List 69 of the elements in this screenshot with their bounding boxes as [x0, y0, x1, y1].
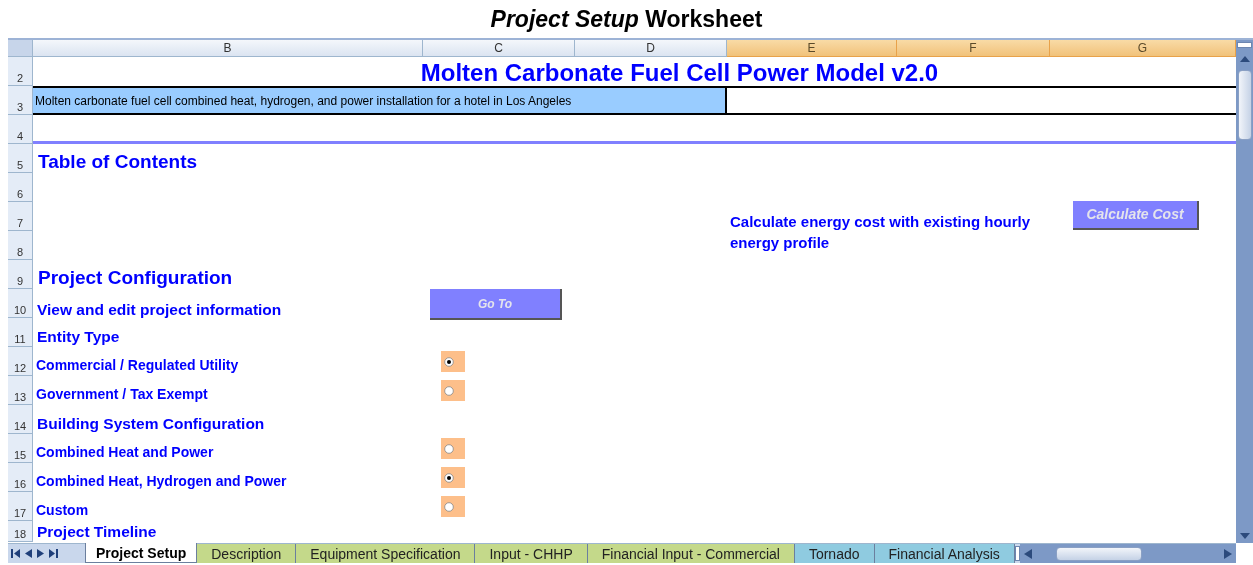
- label-text: Entity Type: [36, 328, 121, 347]
- column-header[interactable]: F: [897, 40, 1050, 57]
- radio-button[interactable]: [441, 467, 465, 488]
- description-cell: Molten carbonate fuel cell combined heat, hydrogen, and power installation for a hotel in Los Angeles: [33, 88, 727, 113]
- column-header[interactable]: D: [575, 40, 727, 57]
- row-number[interactable]: 15: [8, 434, 33, 463]
- banner-title: Molten Carbonate Fuel Cell Power Model v2.0: [419, 58, 940, 86]
- sheet-tab[interactable]: Tornado: [794, 544, 875, 563]
- sheet-tab[interactable]: Input - CHHP: [475, 544, 588, 563]
- scroll-right-icon[interactable]: [1224, 548, 1232, 559]
- radio-circle-icon[interactable]: [444, 472, 454, 483]
- column-header[interactable]: C: [423, 40, 575, 57]
- option-label: Combined Heat, Hydrogen and Power: [35, 474, 288, 491]
- radio-circle-icon[interactable]: [444, 501, 454, 512]
- scroll-left-icon[interactable]: [1023, 548, 1032, 559]
- scroll-down-icon[interactable]: [1239, 533, 1250, 539]
- sheet-tab[interactable]: Project Setup: [85, 543, 198, 563]
- option-label: Custom: [35, 503, 90, 520]
- row-number[interactable]: 16: [8, 463, 33, 492]
- label-text: View and edit project information: [36, 301, 283, 320]
- radio-circle-icon[interactable]: [444, 385, 454, 396]
- row-number[interactable]: 14: [8, 405, 33, 434]
- label-text: Building System Configuration: [36, 415, 266, 434]
- row-number[interactable]: 10: [8, 289, 33, 318]
- label-text: Project Timeline: [36, 523, 158, 542]
- row-number[interactable]: 3: [8, 86, 33, 115]
- tab-split-handle[interactable]: [1014, 546, 1020, 561]
- row-number[interactable]: 18: [8, 521, 33, 542]
- sheet-tab[interactable]: Equipment Specification: [296, 544, 476, 563]
- scroll-thumb[interactable]: [1237, 70, 1252, 140]
- option-label: Commercial / Regulated Utility: [35, 358, 240, 375]
- row-number[interactable]: 4: [8, 115, 33, 144]
- row-number[interactable]: 6: [8, 173, 33, 202]
- column-header[interactable]: G: [1050, 40, 1236, 57]
- option-label: Government / Tax Exempt: [35, 387, 209, 404]
- next-sheet-icon[interactable]: [37, 549, 44, 558]
- row-number[interactable]: 13: [8, 376, 33, 405]
- radio-button[interactable]: [441, 380, 465, 401]
- split-handle[interactable]: [1237, 42, 1252, 48]
- sheet-tab[interactable]: Financial Input - Commercial: [587, 544, 795, 563]
- row-number[interactable]: 7: [8, 202, 33, 231]
- row-number[interactable]: 5: [8, 144, 33, 173]
- radio-circle-icon[interactable]: [444, 443, 454, 454]
- column-header[interactable]: E: [727, 40, 897, 57]
- previous-sheet-icon[interactable]: [25, 549, 32, 558]
- scroll-up-icon[interactable]: [1239, 56, 1250, 62]
- sheet-tab[interactable]: Description: [197, 544, 297, 563]
- row-number[interactable]: 8: [8, 231, 33, 260]
- note-text: Calculate energy cost with existing hourly energy profile: [730, 212, 1032, 253]
- row-number[interactable]: 17: [8, 492, 33, 521]
- worksheet-title: Project Setup Worksheet: [490, 7, 763, 31]
- horizontal-scrollbar[interactable]: [1019, 544, 1236, 563]
- radio-button[interactable]: [441, 438, 465, 459]
- row-number[interactable]: 12: [8, 347, 33, 376]
- option-label: Combined Heat and Power: [35, 445, 215, 462]
- vertical-scrollbar[interactable]: [1236, 40, 1253, 543]
- last-sheet-icon[interactable]: [49, 549, 58, 558]
- radio-button[interactable]: [441, 351, 465, 372]
- row-number[interactable]: 2: [8, 57, 33, 86]
- section-heading: Project Configuration: [37, 268, 234, 289]
- column-header[interactable]: B: [33, 40, 423, 57]
- row-number[interactable]: 9: [8, 260, 33, 289]
- sheet-tab[interactable]: Financial Analysis: [874, 544, 1015, 563]
- radio-button[interactable]: [441, 496, 465, 517]
- first-sheet-icon[interactable]: [11, 549, 20, 558]
- section-heading: Table of Contents: [37, 152, 199, 173]
- scroll-thumb[interactable]: [1055, 546, 1142, 561]
- row-number[interactable]: 11: [8, 318, 33, 347]
- radio-circle-icon[interactable]: [444, 356, 454, 367]
